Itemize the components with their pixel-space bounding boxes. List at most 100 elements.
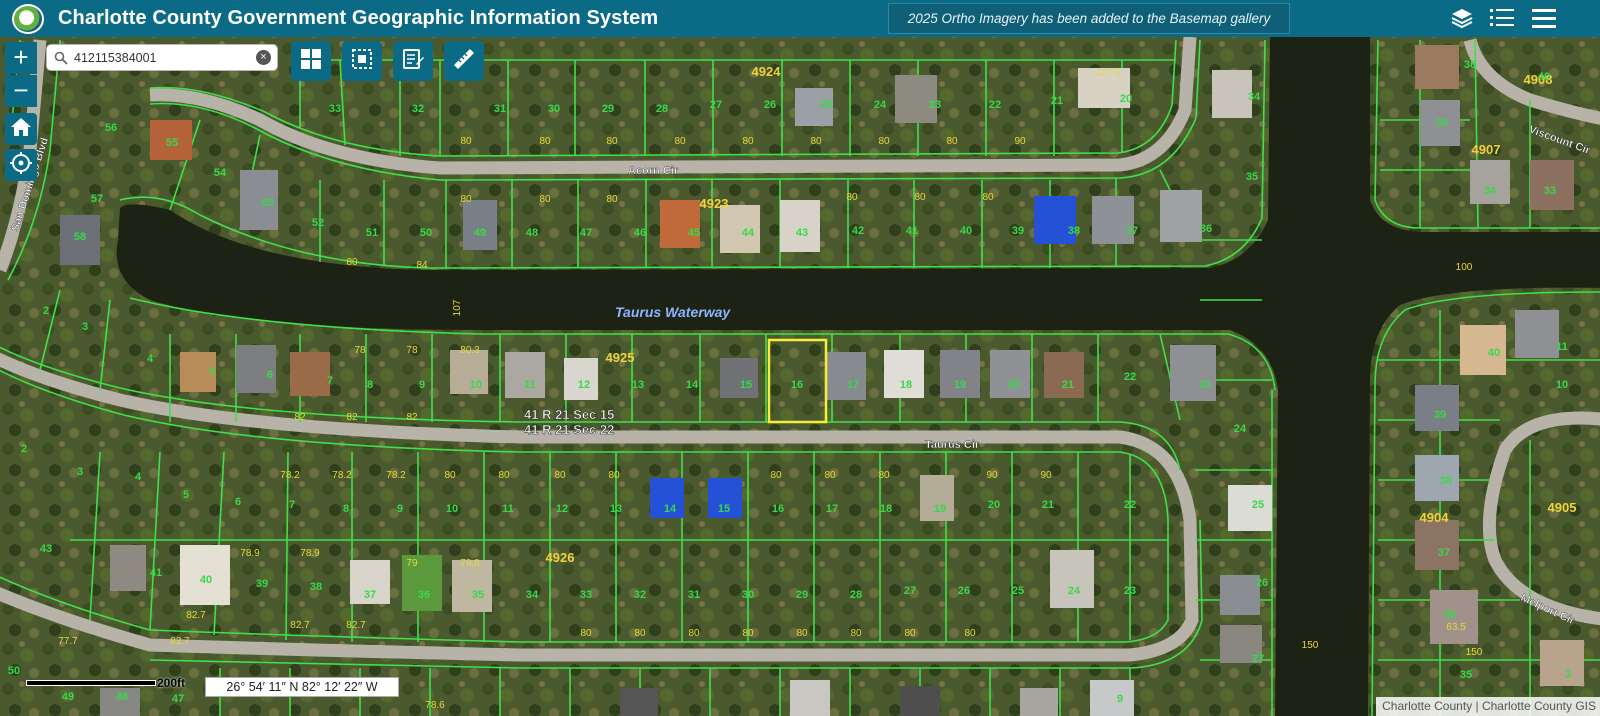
selected-lot-label: 16 bbox=[791, 379, 803, 391]
menu-icon[interactable] bbox=[1530, 4, 1558, 32]
svg-text:80: 80 bbox=[606, 136, 618, 147]
svg-text:38: 38 bbox=[1440, 475, 1452, 487]
svg-text:2: 2 bbox=[21, 443, 27, 455]
svg-text:30: 30 bbox=[742, 589, 754, 601]
svg-text:36: 36 bbox=[418, 589, 430, 601]
svg-text:34: 34 bbox=[1248, 91, 1261, 103]
svg-text:78.9: 78.9 bbox=[300, 548, 320, 559]
grid-select-icon bbox=[300, 48, 322, 75]
svg-text:80: 80 bbox=[878, 136, 890, 147]
svg-text:80: 80 bbox=[688, 628, 700, 639]
svg-text:63.5: 63.5 bbox=[1446, 622, 1466, 633]
svg-text:22: 22 bbox=[989, 99, 1001, 111]
measure-ruler-icon bbox=[451, 46, 477, 77]
svg-text:7: 7 bbox=[327, 375, 333, 387]
svg-text:79: 79 bbox=[406, 558, 418, 569]
svg-text:15: 15 bbox=[718, 503, 730, 515]
section-label: 41 R 21 Sec 15 bbox=[524, 407, 614, 422]
aerial-parcel-map[interactable]: 4924 4923 4925 4926 4908 4907 4904 4905 … bbox=[0, 37, 1600, 716]
svg-text:80: 80 bbox=[964, 628, 976, 639]
svg-text:150: 150 bbox=[1466, 647, 1483, 658]
section-label: 41 R 21 Sec 22 bbox=[524, 422, 614, 437]
svg-text:82.7: 82.7 bbox=[186, 610, 206, 621]
search-input[interactable] bbox=[72, 49, 246, 66]
svg-text:80: 80 bbox=[878, 470, 890, 481]
announcement-banner[interactable]: 2025 Ortho Imagery has been added to the… bbox=[888, 3, 1290, 34]
block-label: 4926 bbox=[546, 550, 575, 565]
svg-text:40: 40 bbox=[1488, 347, 1500, 359]
svg-text:82: 82 bbox=[346, 412, 358, 423]
block-label: 4904 bbox=[1420, 510, 1450, 525]
app-title: Charlotte County Government Geographic I… bbox=[58, 7, 659, 29]
svg-text:40: 40 bbox=[960, 225, 972, 237]
list-icon[interactable] bbox=[1488, 4, 1516, 32]
waterway-label: Taurus Waterway bbox=[615, 304, 731, 320]
svg-text:10: 10 bbox=[470, 379, 482, 391]
layers-icon[interactable] bbox=[1448, 4, 1476, 32]
svg-text:80: 80 bbox=[606, 194, 618, 205]
svg-text:78.2: 78.2 bbox=[386, 470, 406, 481]
svg-text:90: 90 bbox=[1040, 470, 1052, 481]
svg-text:37: 37 bbox=[1126, 225, 1138, 237]
svg-text:78.9: 78.9 bbox=[240, 548, 260, 559]
scale-line bbox=[26, 680, 156, 686]
edit-notes-button[interactable] bbox=[393, 41, 433, 81]
zoom-out-button[interactable]: − bbox=[5, 75, 37, 107]
svg-text:38: 38 bbox=[1068, 225, 1080, 237]
svg-text:6: 6 bbox=[235, 496, 241, 508]
svg-text:36: 36 bbox=[1464, 59, 1476, 71]
svg-text:127.5: 127.5 bbox=[1095, 68, 1120, 79]
svg-text:12: 12 bbox=[578, 379, 590, 391]
map-view[interactable]: 4924 4923 4925 4926 4908 4907 4904 4905 … bbox=[0, 37, 1600, 716]
svg-text:49: 49 bbox=[474, 227, 486, 239]
coordinate-readout: 26° 54′ 11″ N 82° 12′ 22″ W bbox=[205, 677, 399, 697]
svg-text:41: 41 bbox=[150, 567, 162, 579]
svg-text:41: 41 bbox=[906, 225, 918, 237]
svg-text:25: 25 bbox=[1252, 499, 1264, 511]
block-label: 4907 bbox=[1472, 142, 1501, 157]
dashed-select-button[interactable] bbox=[342, 41, 382, 81]
svg-text:27: 27 bbox=[904, 585, 916, 597]
svg-text:31: 31 bbox=[688, 589, 700, 601]
svg-text:80: 80 bbox=[539, 136, 551, 147]
svg-text:78: 78 bbox=[406, 345, 418, 356]
svg-text:9: 9 bbox=[397, 503, 403, 515]
svg-text:29: 29 bbox=[796, 589, 808, 601]
locate-button[interactable] bbox=[5, 149, 37, 181]
svg-text:14: 14 bbox=[664, 503, 677, 515]
svg-text:31: 31 bbox=[494, 103, 506, 115]
zoom-in-button[interactable]: + bbox=[5, 42, 37, 74]
svg-text:45: 45 bbox=[688, 227, 700, 239]
svg-text:44: 44 bbox=[742, 227, 755, 239]
svg-text:84: 84 bbox=[416, 260, 428, 271]
home-icon bbox=[10, 116, 32, 143]
svg-text:34: 34 bbox=[526, 589, 539, 601]
svg-text:48: 48 bbox=[526, 227, 538, 239]
svg-text:42: 42 bbox=[852, 225, 864, 237]
svg-text:50: 50 bbox=[420, 227, 432, 239]
svg-text:82.7: 82.7 bbox=[346, 620, 366, 631]
svg-text:80: 80 bbox=[824, 470, 836, 481]
svg-text:80: 80 bbox=[460, 194, 472, 205]
street-label: Taurus Cir bbox=[925, 439, 980, 451]
svg-text:52: 52 bbox=[312, 217, 324, 229]
svg-text:58: 58 bbox=[74, 231, 86, 243]
home-button[interactable] bbox=[5, 113, 37, 145]
clear-search-button[interactable]: × bbox=[256, 50, 271, 65]
svg-text:5: 5 bbox=[209, 366, 215, 378]
grid-select-button[interactable] bbox=[291, 41, 331, 81]
svg-text:16: 16 bbox=[772, 503, 784, 515]
measure-button[interactable] bbox=[444, 41, 484, 81]
svg-text:80: 80 bbox=[850, 628, 862, 639]
svg-text:11: 11 bbox=[524, 379, 536, 391]
search-icon bbox=[54, 51, 68, 65]
svg-text:78.2: 78.2 bbox=[280, 470, 300, 481]
parcel-search-box[interactable]: × bbox=[46, 44, 278, 71]
svg-text:14: 14 bbox=[686, 379, 699, 391]
svg-text:18: 18 bbox=[880, 503, 892, 515]
svg-text:8: 8 bbox=[343, 503, 349, 515]
svg-text:26: 26 bbox=[764, 99, 776, 111]
svg-text:34: 34 bbox=[1484, 185, 1497, 197]
svg-text:80: 80 bbox=[608, 470, 620, 481]
svg-text:21: 21 bbox=[1051, 95, 1063, 107]
